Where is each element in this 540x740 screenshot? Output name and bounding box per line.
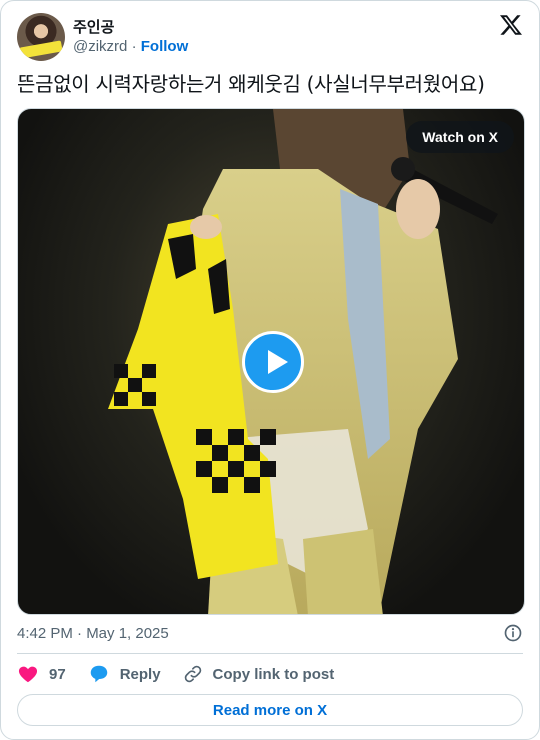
play-icon[interactable] xyxy=(242,331,304,393)
tweet-card: 주인공 @zikzrd · Follow 뜬금없이 시력자랑하는거 왜케웃김 (… xyxy=(0,0,540,740)
like-button[interactable]: 97 xyxy=(17,663,66,685)
reply-button[interactable]: Reply xyxy=(88,663,161,685)
display-name[interactable]: 주인공 xyxy=(73,17,188,37)
tweet-header: 주인공 @zikzrd · Follow xyxy=(17,13,523,61)
tweet-meta: 4:42 PM · May 1, 2025 xyxy=(17,623,523,643)
author-info: 주인공 @zikzrd · Follow xyxy=(73,17,188,57)
action-bar: 97 Reply Copy link to post xyxy=(17,663,523,685)
read-more-button[interactable]: Read more on X xyxy=(17,694,523,726)
info-icon[interactable] xyxy=(503,623,523,643)
video-thumbnail[interactable]: Watch on X xyxy=(17,108,525,615)
copy-link-button[interactable]: Copy link to post xyxy=(183,664,335,684)
copy-link-label: Copy link to post xyxy=(212,665,335,683)
like-count: 97 xyxy=(49,665,66,683)
separator: · xyxy=(131,38,137,55)
divider xyxy=(17,653,523,654)
x-logo-icon[interactable] xyxy=(499,13,523,37)
avatar[interactable] xyxy=(17,13,65,61)
heart-icon xyxy=(18,666,38,683)
reply-label: Reply xyxy=(119,665,161,683)
follow-button[interactable]: Follow xyxy=(141,38,189,55)
watch-on-x-button[interactable]: Watch on X xyxy=(406,121,514,153)
timestamp[interactable]: 4:42 PM · May 1, 2025 xyxy=(17,625,169,642)
handle-row: @zikzrd · Follow xyxy=(73,37,188,57)
reply-bubble-icon xyxy=(90,665,107,683)
link-icon xyxy=(184,665,201,683)
handle[interactable]: @zikzrd xyxy=(73,38,127,55)
tweet-text: 뜬금없이 시력자랑하는거 왜케웃김 (사실너무부러웠어요) xyxy=(17,72,485,96)
